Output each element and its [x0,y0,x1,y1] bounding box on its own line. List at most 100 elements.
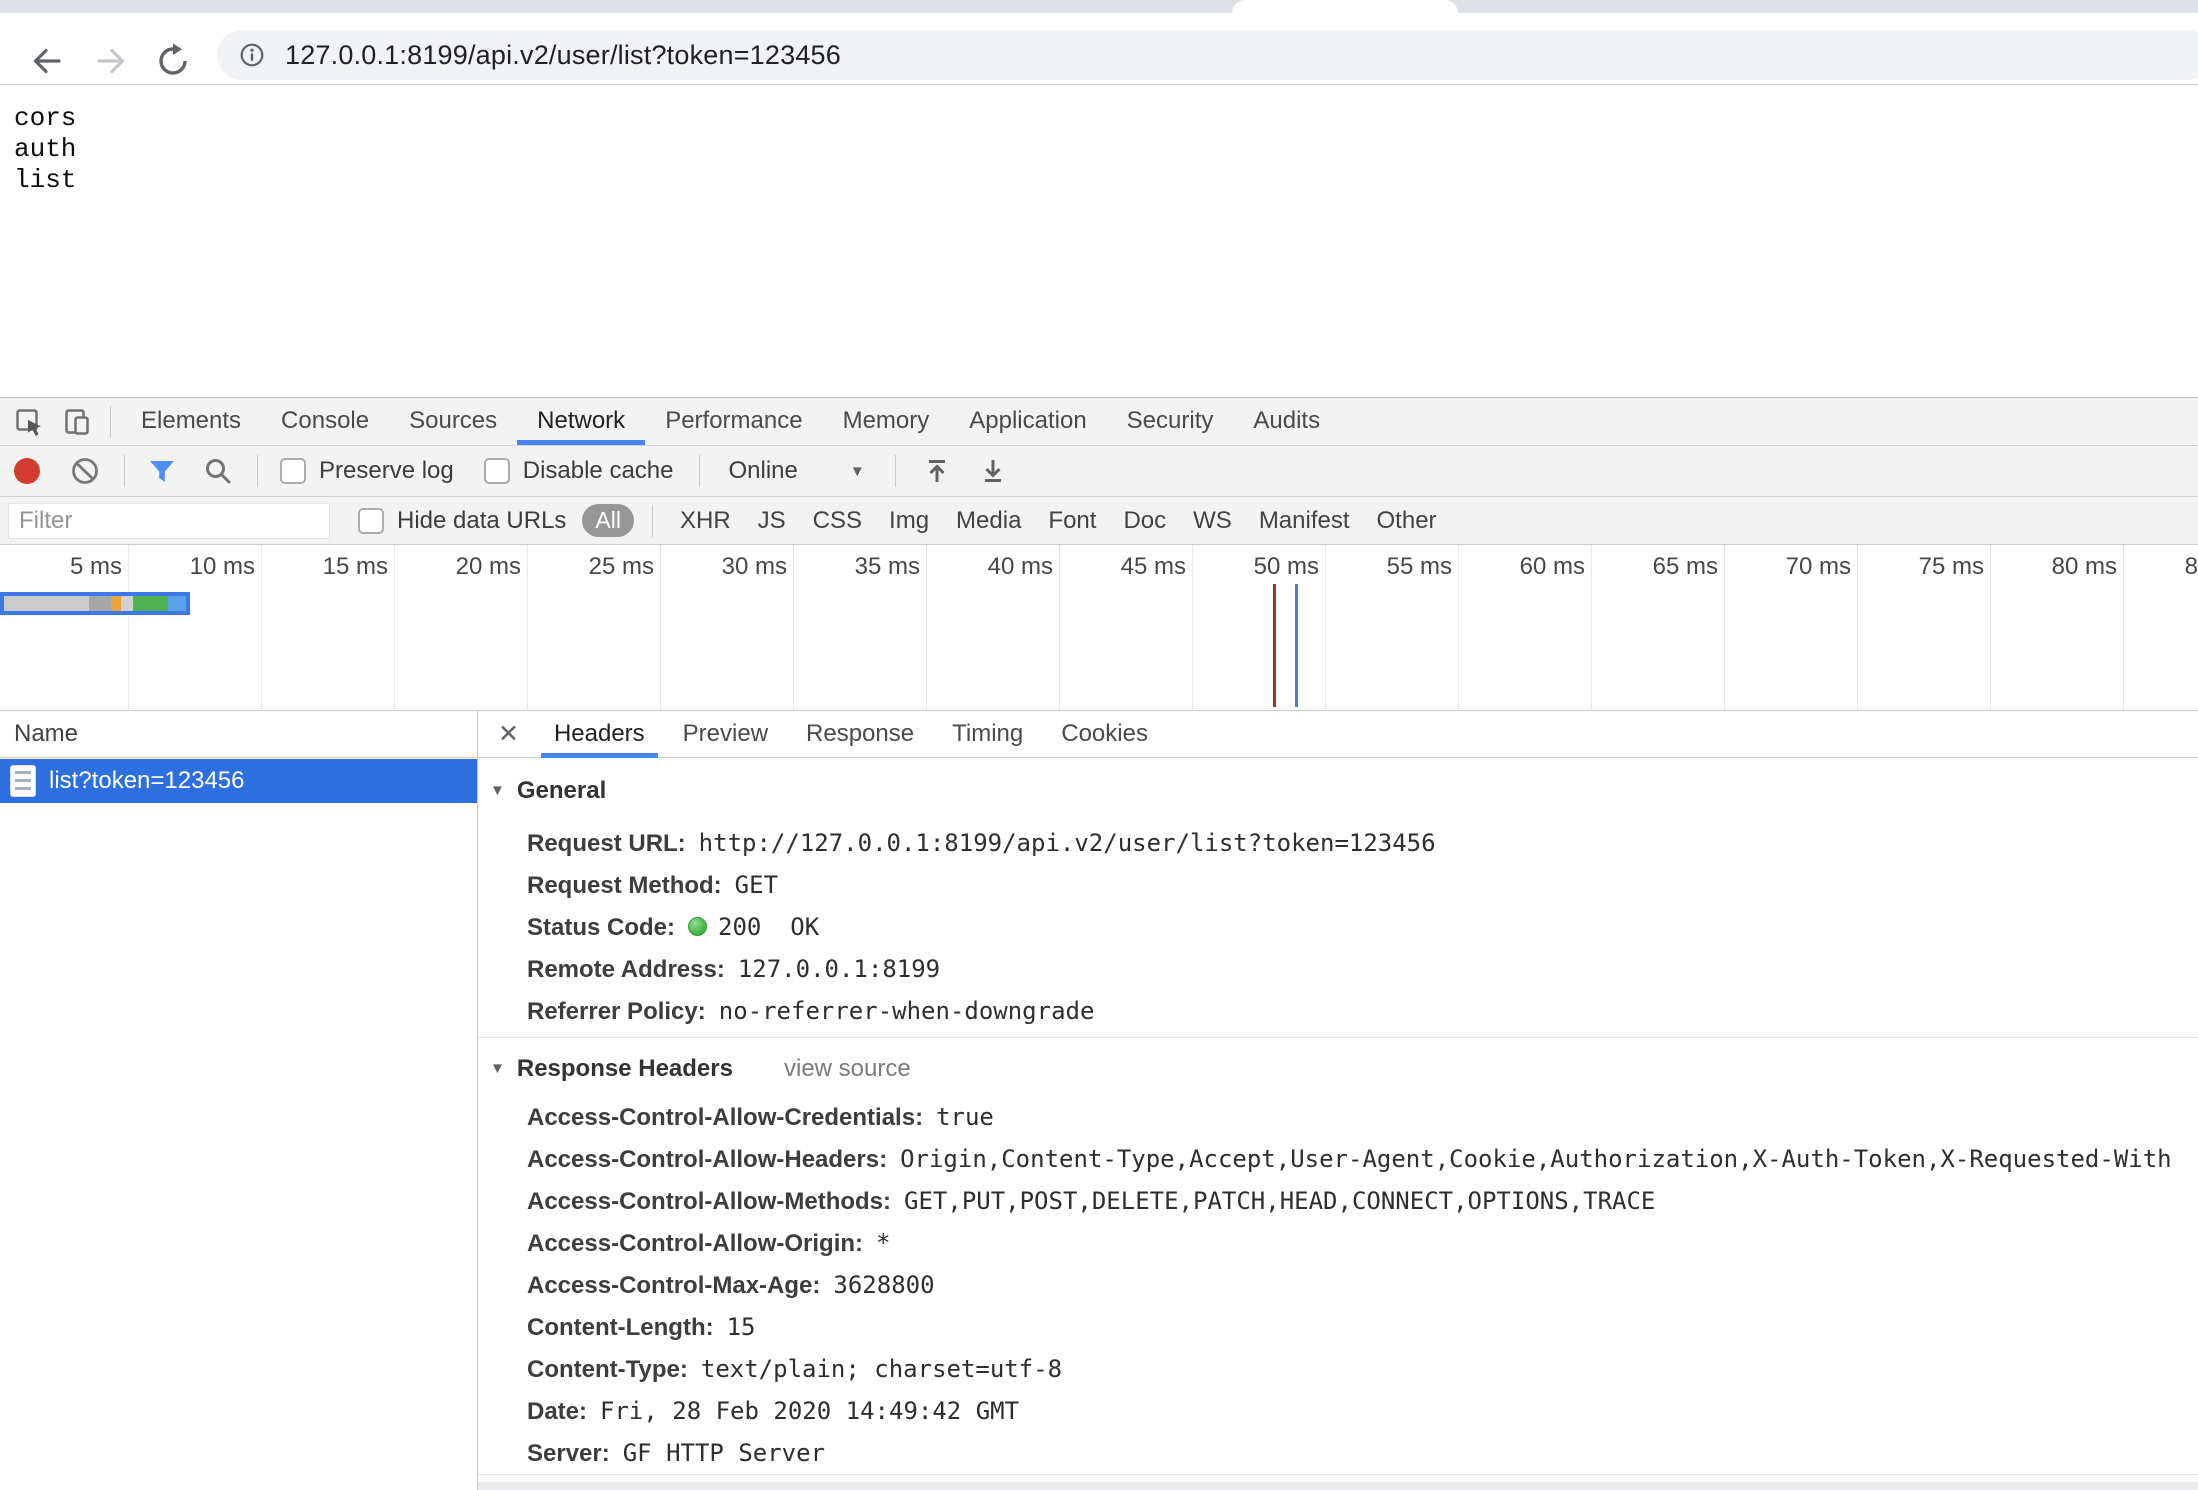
timeline-label: 25 ms [528,553,654,581]
devtools-tab-elements[interactable]: Elements [121,398,261,445]
export-har-icon[interactable] [978,456,1008,486]
clear-icon[interactable] [70,456,100,486]
throttling-select[interactable]: Online [728,457,797,485]
network-overview[interactable]: 5 ms10 ms15 ms20 ms25 ms30 ms35 ms40 ms4… [0,545,2198,711]
devtools-tab-security[interactable]: Security [1107,398,1234,445]
filter-type-doc[interactable]: Doc [1123,507,1166,535]
filter-type-manifest[interactable]: Manifest [1259,507,1350,535]
devtools-tab-network[interactable]: Network [517,398,645,445]
header-value: true [936,1103,994,1131]
chevron-down-icon[interactable]: ▼ [850,463,865,480]
devtools-tab-performance[interactable]: Performance [645,398,822,445]
details-tab-timing[interactable]: Timing [939,711,1036,758]
filter-type-all[interactable]: All [582,504,634,537]
view-source-link[interactable]: view source [784,1053,911,1085]
header-label: Referrer Policy: [527,998,706,1025]
device-toolbar-icon[interactable] [62,407,92,437]
header-row: Request URL:http://127.0.0.1:8199/api.v2… [527,827,1436,859]
general-section-header[interactable]: ▼General [490,775,606,807]
back-button[interactable] [28,42,66,80]
name-column-header[interactable]: Name [0,711,477,758]
hide-data-urls-label[interactable]: Hide data URLs [397,507,566,535]
devtools-tab-audits[interactable]: Audits [1233,398,1340,445]
url-bar[interactable]: 127.0.0.1:8199/api.v2/user/list?token=12… [217,30,2198,80]
header-row: Date: Fri, 28 Feb 2020 14:49:42 GMT [527,1395,1019,1427]
disable-cache-label[interactable]: Disable cache [523,457,674,485]
import-har-icon[interactable] [922,456,952,486]
filter-input[interactable] [8,503,330,539]
details-tab-preview[interactable]: Preview [670,711,781,758]
waterfall-segment [121,596,133,611]
search-icon[interactable] [203,456,233,486]
timeline-label: 10 ms [129,553,255,581]
header-label: Request URL: [527,830,686,857]
browser-active-tab[interactable] [1232,0,1458,13]
request-type-filters: All XHR JS CSS Img Media Font Doc WS Manifest Othe… [566,504,1436,537]
filter-type-xhr[interactable]: XHR [680,507,731,535]
record-button[interactable] [14,458,40,484]
preserve-log-label[interactable]: Preserve log [319,457,454,485]
reload-button[interactable] [155,42,193,80]
devtools-tab-memory[interactable]: Memory [823,398,950,445]
triangle-down-icon: ▼ [490,1060,505,1077]
response-headers-title: Response Headers [517,1055,733,1082]
preserve-log-checkbox[interactable] [280,458,306,484]
forward-button[interactable] [92,42,130,80]
url-text[interactable]: 127.0.0.1:8199/api.v2/user/list?token=12… [285,40,841,71]
timeline-label: 50 ms [1193,553,1319,581]
details-tab-cookies[interactable]: Cookies [1048,711,1161,758]
header-row: Content-Length:15 [527,1311,756,1343]
devtools-tabs: ElementsConsoleSourcesNetworkPerformance… [121,398,1340,445]
details-tab-response[interactable]: Response [793,711,927,758]
separator [895,455,896,487]
separator [124,455,125,487]
load-event-line [1273,584,1276,707]
details-tab-headers[interactable]: Headers [541,711,658,758]
filter-type-ws[interactable]: WS [1193,507,1232,535]
separator [110,406,111,438]
devtools-tab-bar: ElementsConsoleSourcesNetworkPerformance… [0,397,2198,446]
status-ok-dot [688,917,707,936]
devtools-tab-console[interactable]: Console [261,398,389,445]
header-value: Fri, 28 Feb 2020 14:49:42 GMT [600,1397,1019,1425]
details-bottom-strip [478,1482,2198,1490]
header-row: Remote Address:127.0.0.1:8199 [527,953,940,985]
header-row: Access-Control-Allow-Headers:Origin,Cont… [527,1143,2172,1175]
response-headers-section-header[interactable]: ▼ Response Headers [490,1053,733,1085]
header-label: Request Method: [527,872,722,899]
timeline-label: 30 ms [661,553,787,581]
request-name: list?token=123456 [49,767,245,795]
header-label: Date: [527,1398,587,1425]
waterfall-segment [4,596,89,611]
header-value: * [876,1229,890,1257]
details-tabs: Headers Preview Response Timing Cookies [535,711,1167,757]
header-label: Content-Type: [527,1356,688,1383]
timeline-label: 75 ms [1858,553,1984,581]
section-divider [478,1037,2198,1038]
filter-type-css[interactable]: CSS [813,507,862,535]
request-row[interactable]: list?token=123456 [0,759,477,803]
devtools-tab-application[interactable]: Application [949,398,1106,445]
page-info-icon[interactable] [239,42,265,68]
filter-funnel-icon[interactable] [147,456,177,486]
header-label: Content-Length: [527,1314,714,1341]
network-toolbar: Preserve log Disable cache Online ▼ [0,446,2198,497]
header-label: Remote Address: [527,956,725,983]
filter-type-font[interactable]: Font [1048,507,1096,535]
devtools-tab-sources[interactable]: Sources [389,398,517,445]
filter-type-js[interactable]: JS [758,507,786,535]
close-icon[interactable]: ✕ [498,719,519,749]
inspect-element-icon[interactable] [14,407,44,437]
page-text-line: auth [14,134,76,165]
timeline-label: 80 ms [1991,553,2117,581]
header-value: Origin,Content-Type,Accept,User-Agent,Co… [900,1145,2172,1173]
timeline-label: 15 ms [262,553,388,581]
filter-type-media[interactable]: Media [956,507,1021,535]
filter-type-other[interactable]: Other [1377,507,1437,535]
header-row: Referrer Policy:no-referrer-when-downgra… [527,995,1094,1027]
overview-waterfall-bar[interactable] [0,592,190,615]
filter-type-img[interactable]: Img [889,507,929,535]
disable-cache-checkbox[interactable] [484,458,510,484]
header-label: Access-Control-Allow-Origin: [527,1230,863,1257]
hide-data-urls-checkbox[interactable] [358,508,384,534]
